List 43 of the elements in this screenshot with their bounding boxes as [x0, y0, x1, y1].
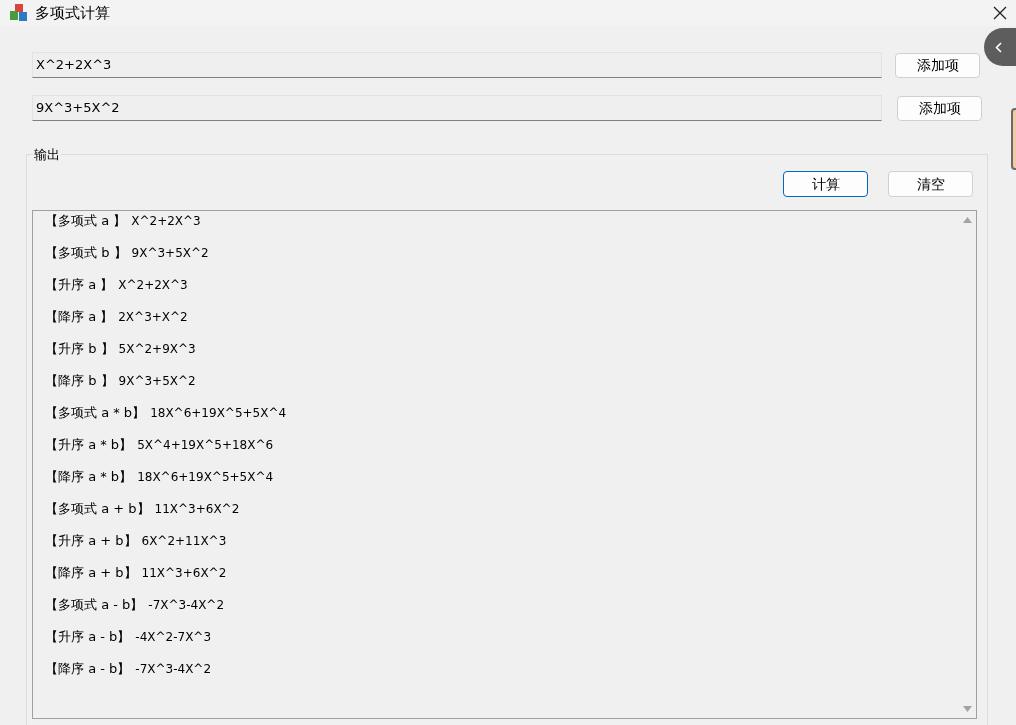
output-label: 【多项式 b 】 [45, 244, 127, 263]
output-label: 【升序 a * b】 [45, 436, 133, 455]
calculate-button[interactable]: 计算 [783, 171, 868, 197]
output-value: X^2+2X^3 [118, 277, 188, 294]
output-value: 9X^3+5X^2 [118, 373, 196, 390]
output-label: 【降序 a * b】 [45, 468, 133, 487]
output-value: 5X^2+9X^3 [118, 341, 196, 358]
output-label: 【降序 b 】 [45, 372, 114, 391]
output-value: 18X^6+19X^5+5X^4 [150, 405, 287, 422]
output-label: 【多项式 a - b】 [45, 596, 144, 615]
output-label: 【降序 a 】 [45, 308, 114, 327]
output-value: 5X^4+19X^5+18X^6 [137, 437, 274, 454]
output-value: 6X^2+11X^3 [141, 533, 227, 550]
output-label: 【升序 a - b】 [45, 628, 131, 647]
output-label: 【降序 a - b】 [45, 660, 131, 679]
chevron-left-icon [995, 41, 1002, 53]
output-value: X^2+2X^3 [131, 213, 201, 230]
output-label: 【多项式 a * b】 [45, 404, 146, 423]
output-value: -4X^2-7X^3 [135, 629, 212, 646]
add-term-button[interactable]: 添加项 [897, 95, 982, 121]
window-title: 多项式计算 [35, 2, 110, 24]
app-icon [9, 4, 29, 22]
scroll-up-icon[interactable] [962, 217, 972, 223]
add-term-button[interactable]: 添加项 [895, 52, 980, 78]
output-label: 【升序 a + b】 [45, 532, 137, 551]
output-value: -7X^3-4X^2 [135, 661, 212, 678]
output-label: 【降序 a + b】 [45, 564, 137, 583]
output-label: 【多项式 a 】 [45, 212, 127, 231]
output-label: 【多项式 a + b】 [45, 500, 150, 519]
output-value: 18X^6+19X^5+5X^4 [137, 469, 274, 486]
output-value: 11X^3+6X^2 [154, 501, 240, 518]
output-value: 2X^3+X^2 [118, 309, 188, 326]
output-value: 9X^3+5X^2 [131, 245, 209, 262]
output-value: -7X^3-4X^2 [148, 597, 225, 614]
output-label: 【升序 b 】 [45, 340, 114, 359]
side-panel-tab[interactable] [984, 28, 1016, 66]
scroll-down-icon[interactable] [962, 706, 972, 712]
output-label: 【升序 a 】 [45, 276, 114, 295]
clear-button[interactable]: 清空 [888, 171, 973, 197]
polynomial-input-field[interactable]: 9X^3+5X^2 [32, 95, 882, 121]
output-value: 11X^3+6X^2 [141, 565, 227, 582]
polynomial-input-field[interactable]: X^2+2X^3 [32, 52, 882, 78]
close-icon [993, 6, 1007, 20]
